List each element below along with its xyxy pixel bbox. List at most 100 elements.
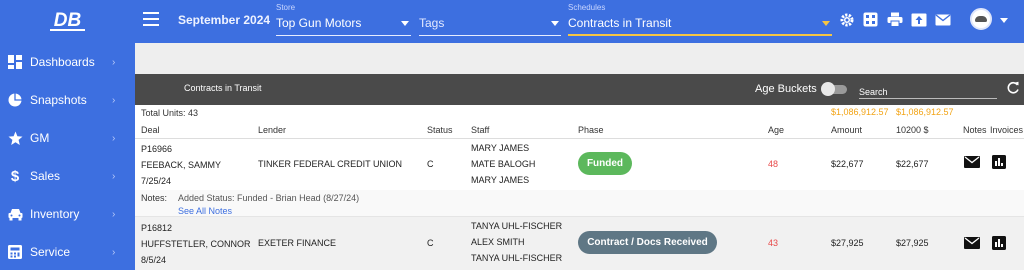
upload-icon[interactable] [910, 11, 927, 28]
logo-text: DB [49, 11, 86, 31]
report-title: Contracts in Transit [184, 83, 262, 93]
age-buckets-toggle[interactable] [821, 82, 847, 96]
see-all-notes-link[interactable]: See All Notes [178, 206, 232, 216]
dollar-icon: $ [10, 167, 20, 185]
store-select[interactable]: Store Top Gun Motors [276, 1, 411, 36]
refresh-icon[interactable] [1006, 81, 1020, 95]
sidebar-item-label: Sales [30, 169, 61, 183]
column-header[interactable]: Phase [578, 125, 604, 135]
sidebar-item-label: Dashboards [30, 55, 95, 69]
customer-name: FEEBACK, SAMMY [141, 160, 222, 170]
mail-icon[interactable] [964, 237, 980, 253]
deal-id: P16812 [141, 223, 173, 233]
staff-name: MARY JAMES [471, 143, 530, 153]
chevron-right-icon: › [112, 94, 116, 106]
month-label[interactable]: September 2024 [178, 13, 270, 27]
mail-icon[interactable] [934, 11, 951, 28]
pie-chart-icon [7, 92, 23, 108]
chevron-down-icon[interactable] [1000, 18, 1008, 23]
table-header: Deal Lender Status Staff Phase Age Amoun… [135, 120, 1024, 139]
amount-cell: $22,677 [831, 159, 864, 169]
bar-chart-icon[interactable] [992, 155, 1008, 171]
schedule-label: Schedules [568, 3, 606, 12]
age-cell: 43 [768, 238, 779, 248]
gear-icon[interactable] [838, 11, 855, 28]
notes-label: Notes: [141, 193, 168, 203]
deal-date: 8/5/24 [141, 255, 167, 265]
totals-row: Total Units: 43 $1,086,912.57 $1,086,912… [135, 105, 1024, 119]
total-units: Total Units: 43 [141, 108, 199, 118]
search-input[interactable]: Search [859, 83, 997, 99]
column-header[interactable]: Deal [141, 125, 160, 135]
sidebar-item-snapshots[interactable]: Snapshots › [0, 81, 135, 119]
column-header[interactable]: Invoices [990, 125, 1023, 135]
chevron-right-icon: › [112, 208, 116, 220]
lender-cell: EXETER FINANCE [258, 238, 337, 248]
chevron-right-icon: › [112, 246, 116, 258]
car-icon [7, 206, 23, 222]
column-header[interactable]: Age [768, 125, 784, 135]
amount-10200-cell: $27,925 [896, 238, 929, 248]
column-header[interactable]: Staff [471, 125, 489, 135]
total-10200: $1,086,912.57 [896, 107, 954, 117]
sidebar: Dashboards › Snapshots › GM › $ Sales › … [0, 43, 135, 270]
table-row[interactable]: P16966 FEEBACK, SAMMY 7/25/24 TINKER FED… [135, 139, 1024, 190]
total-amount: $1,086,912.57 [831, 107, 889, 117]
bar-chart-icon[interactable] [992, 236, 1008, 252]
staff-name: ALEX SMITH [471, 237, 525, 247]
deal-id: P16966 [141, 144, 173, 154]
phase-badge[interactable]: Funded [578, 152, 632, 175]
deal-date: 7/25/24 [141, 176, 172, 186]
store-label: Store [276, 3, 296, 12]
chevron-down-icon [822, 21, 830, 26]
tags-placeholder: Tags [419, 16, 445, 30]
sidebar-item-label: Snapshots [30, 93, 87, 107]
sidebar-item-gm[interactable]: GM › [0, 119, 135, 157]
staff-name: TANYA UHL-FISCHER [471, 253, 563, 263]
sidebar-item-inventory[interactable]: Inventory › [0, 195, 135, 233]
staff-name: TANYA UHL-FISCHER [471, 221, 563, 231]
top-bar: DB September 2024 Store Top Gun Motors T… [0, 0, 1024, 43]
chevron-right-icon: › [112, 132, 116, 144]
column-header[interactable]: Amount [831, 125, 862, 135]
sidebar-item-sales[interactable]: $ Sales › [0, 157, 135, 195]
column-header[interactable]: Status [427, 125, 453, 135]
amount-10200-cell: $22,677 [896, 159, 929, 169]
mail-icon[interactable] [964, 156, 980, 172]
chevron-down-icon [401, 21, 409, 26]
status-cell: C [427, 238, 434, 248]
staff-cell: TANYA UHL-FISCHER ALEX SMITH TANYA UHL-F… [471, 218, 562, 266]
calculator-icon [7, 244, 23, 260]
schedule-value: Contracts in Transit [568, 16, 672, 30]
printer-icon[interactable] [886, 11, 903, 28]
column-header[interactable]: Lender [258, 125, 286, 135]
customer-name: HUFFSTETLER, CONNOR [141, 239, 251, 249]
chevron-down-icon [551, 21, 559, 26]
deal-cell: P16966 FEEBACK, SAMMY 7/25/24 [141, 141, 221, 189]
schedule-select[interactable]: Schedules Contracts in Transit [568, 1, 832, 36]
toolbar-icons [838, 11, 951, 28]
calculator-icon[interactable] [862, 11, 879, 28]
app: DB September 2024 Store Top Gun Motors T… [0, 0, 1024, 270]
tags-select[interactable]: Tags [419, 1, 561, 36]
sidebar-item-dashboards[interactable]: Dashboards › [0, 43, 135, 81]
sidebar-item-service[interactable]: Service › [0, 233, 135, 270]
logo[interactable]: DB [0, 0, 135, 43]
avatar[interactable] [970, 8, 992, 30]
menu-icon[interactable] [143, 12, 159, 26]
column-header[interactable]: Notes [963, 125, 987, 135]
dashboard-icon [7, 54, 23, 70]
table-row[interactable]: P16812 HUFFSTETLER, CONNOR 8/5/24 EXETER… [135, 217, 1024, 270]
notes-row: Notes: Added Status: Funded - Brian Head… [135, 190, 1024, 217]
deal-cell: P16812 HUFFSTETLER, CONNOR 8/5/24 [141, 220, 251, 268]
status-cell: C [427, 159, 434, 169]
store-value: Top Gun Motors [276, 16, 362, 30]
report-header: Contracts in Transit Age Buckets Search [135, 74, 1024, 105]
lender-cell: TINKER FEDERAL CREDIT UNION [258, 159, 403, 169]
chevron-right-icon: › [112, 170, 116, 182]
toolbar-strip [135, 43, 1024, 74]
note-text: Added Status: Funded - Brian Head (8/27/… [178, 193, 360, 203]
age-cell: 48 [768, 159, 779, 169]
column-header[interactable]: 10200 $ [896, 125, 929, 135]
phase-badge[interactable]: Contract / Docs Received [578, 231, 717, 254]
